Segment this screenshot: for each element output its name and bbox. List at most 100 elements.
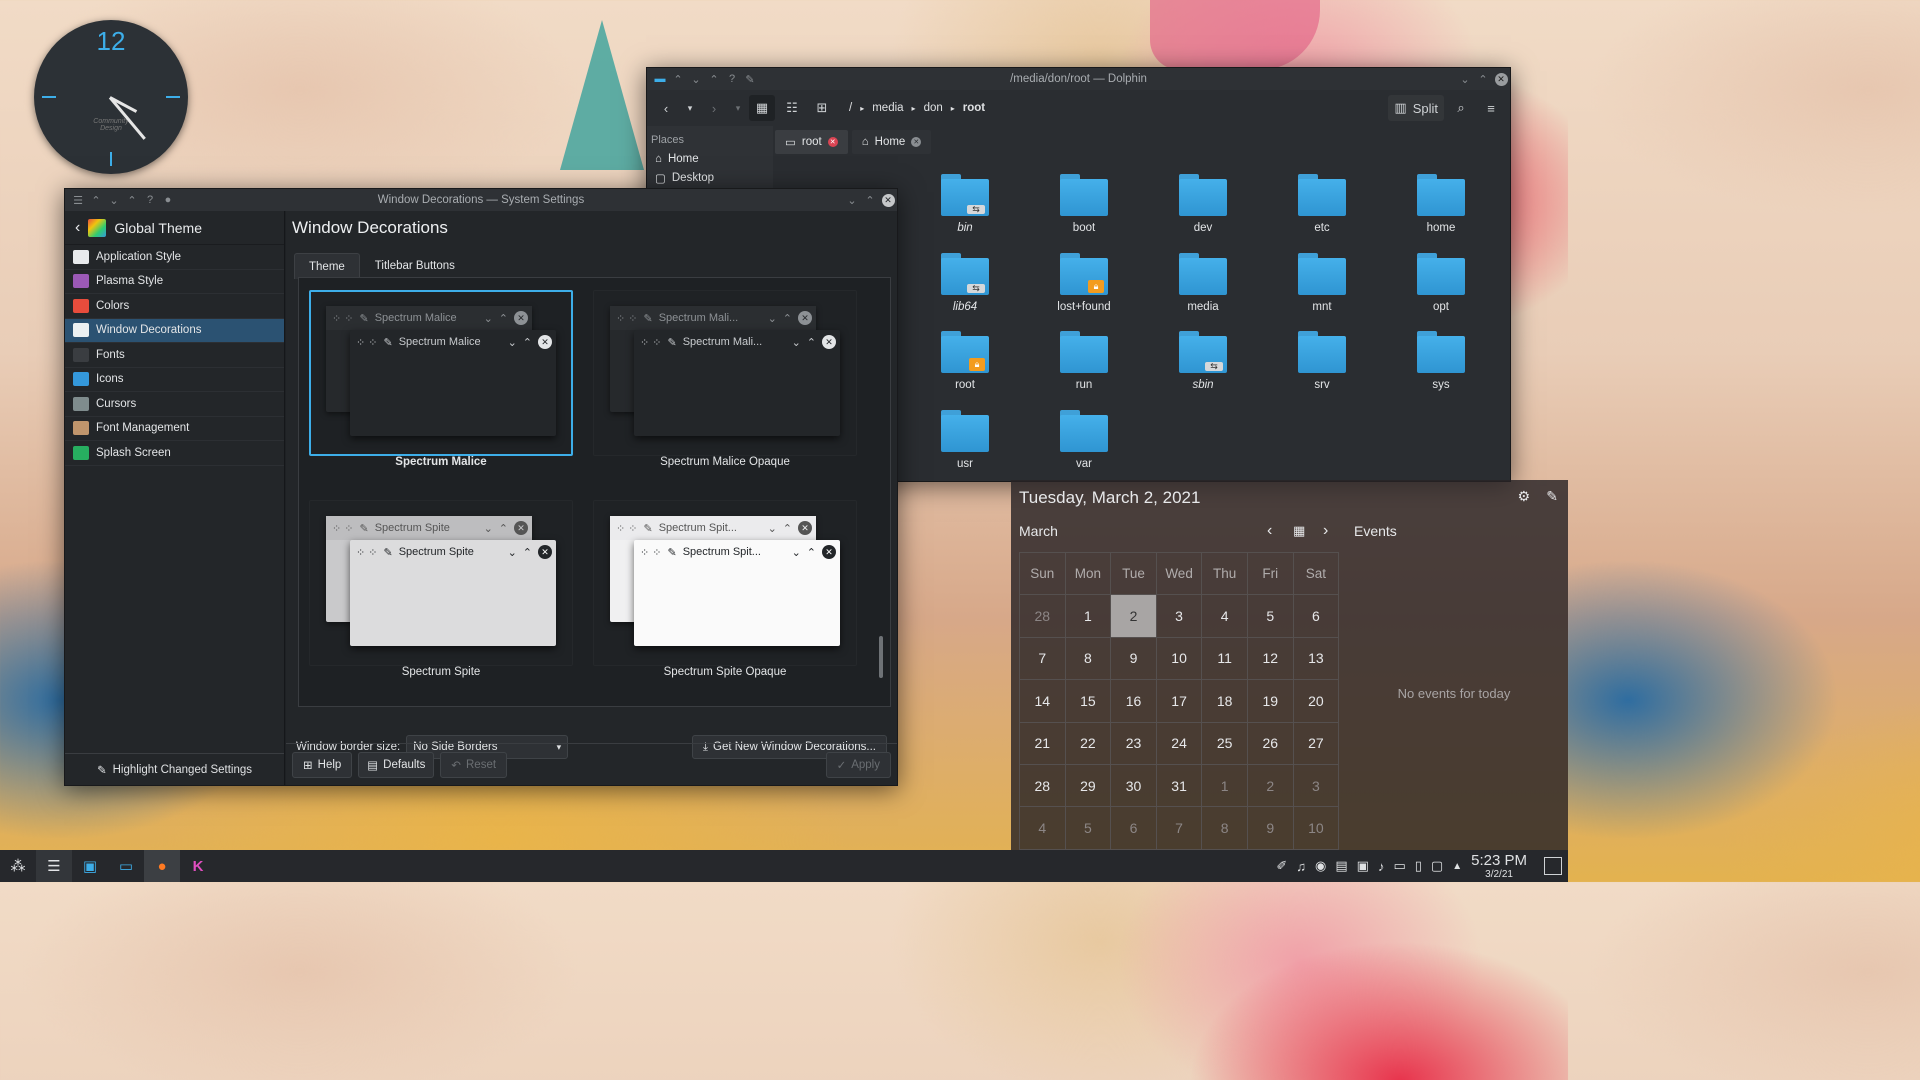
close-icon[interactable]: ✕ (879, 191, 897, 209)
forward-icon[interactable]: › (701, 95, 727, 121)
calendar-day[interactable]: 14 (1020, 680, 1066, 723)
folder-item[interactable]: 🔒︎ root (920, 331, 1010, 391)
pin-icon[interactable]: ✎ (1546, 488, 1558, 505)
minimize-icon[interactable]: ⌄ (1456, 70, 1474, 88)
shade-icon[interactable]: ⌃ (705, 70, 723, 88)
network-icon[interactable]: ▢ (1431, 858, 1443, 874)
calendar-day[interactable]: 6 (1111, 807, 1157, 850)
tab-root[interactable]: ▭ root ✕ (775, 130, 848, 154)
keep-below-icon[interactable]: ⌄ (687, 70, 705, 88)
forward-menu-icon[interactable]: ▾ (731, 95, 745, 121)
details-view-icon[interactable]: ⊞ (809, 95, 835, 121)
tab-close-icon[interactable]: ✕ (827, 137, 838, 147)
calendar-day[interactable]: 9 (1111, 637, 1157, 681)
breadcrumb-media[interactable]: media (872, 102, 903, 114)
show-desktop-icon[interactable] (1544, 857, 1562, 875)
battery-icon[interactable]: ▯ (1415, 858, 1422, 874)
accessibility-icon[interactable]: ◉ (1315, 858, 1326, 874)
calendar-day[interactable]: 5 (1247, 595, 1294, 638)
dolphin-titlebar[interactable]: ▬ ⌃ ⌄ ⌃ ? ✎ /media/don/root — Dolphin ⌄ … (647, 68, 1510, 90)
settings-titlebar[interactable]: ☰ ⌃ ⌄ ⌃ ? ● Window Decorations — System … (65, 189, 897, 211)
folder-item[interactable]: ⇆ lib64 (920, 252, 1010, 313)
theme-card[interactable]: ⁘ ⁘ ✎ Spectrum Spit... ⌄ ⌃ ✕ ⁘ ⁘ ✎ Spectrum Spit… (593, 500, 857, 700)
discover-store-icon[interactable]: ▣ (72, 850, 108, 882)
minimize-icon[interactable]: ⌄ (843, 191, 861, 209)
application-launcher-icon[interactable]: ⁂ (0, 850, 36, 882)
folder-item[interactable]: run (1039, 331, 1129, 391)
folder-item[interactable]: home (1396, 174, 1486, 234)
calendar-day[interactable]: 30 (1111, 764, 1157, 808)
digital-clock[interactable]: 5:23 PM 3/2/21 (1471, 853, 1527, 880)
calendar-day[interactable]: 2 (1247, 764, 1294, 808)
keep-below-icon[interactable]: ⌄ (105, 191, 123, 209)
keep-above-icon[interactable]: ⌃ (669, 70, 687, 88)
calendar-day[interactable]: 19 (1247, 680, 1294, 723)
sidebar-item-font-management[interactable]: Font Management (65, 417, 284, 441)
calendar-day[interactable]: 5 (1065, 807, 1112, 850)
global-theme-header[interactable]: ‹ Global Theme (65, 211, 284, 245)
calendar-day[interactable]: 8 (1065, 637, 1112, 681)
compact-view-icon[interactable]: ☷ (779, 95, 805, 121)
display-icon[interactable]: ▭ (1393, 858, 1405, 874)
theme-card[interactable]: ⁘ ⁘ ✎ Spectrum Malice ⌄ ⌃ ✕ ⁘ ⁘ ✎ Spectrum Malic… (309, 290, 573, 490)
back-menu-icon[interactable]: ▾ (683, 95, 697, 121)
notifications-icon[interactable]: ♫ (1296, 859, 1306, 874)
folder-item[interactable]: boot (1039, 174, 1129, 234)
folder-item[interactable]: srv (1277, 331, 1367, 391)
breadcrumb-don[interactable]: don (924, 102, 943, 114)
close-icon[interactable]: ✕ (1492, 70, 1510, 88)
sidebar-item-splash-screen[interactable]: Splash Screen (65, 441, 284, 466)
clipboard-icon[interactable]: ▤ (1335, 858, 1347, 874)
system-settings-task-icon[interactable]: ☰ (36, 850, 72, 882)
calendar-day[interactable]: 24 (1156, 722, 1203, 765)
tab-home[interactable]: ⌂ Home ✕ (851, 130, 932, 154)
calendar-day[interactable]: 28 (1020, 595, 1066, 638)
dolphin-task-icon[interactable]: ▭ (108, 850, 144, 882)
place-desktop[interactable]: ▢ Desktop (647, 168, 773, 188)
folder-item[interactable]: usr (920, 409, 1010, 470)
calendar-day[interactable]: 10 (1156, 637, 1203, 681)
theme-card[interactable]: ⁘ ⁘ ✎ Spectrum Spite ⌄ ⌃ ✕ ⁘ ⁘ ✎ Spectrum Spite ⌄… (309, 500, 573, 700)
folder-item[interactable]: ⇆ sbin (1158, 331, 1248, 391)
place-home[interactable]: ⌂ Home (647, 150, 773, 168)
calendar-day[interactable]: 22 (1065, 722, 1112, 765)
calendar-day[interactable]: 8 (1202, 807, 1248, 850)
sidebar-item-fonts[interactable]: Fonts (65, 343, 284, 368)
calendar-day[interactable]: 17 (1156, 680, 1203, 723)
storage-icon[interactable]: ▣ (1357, 858, 1369, 874)
calendar-day[interactable]: 12 (1247, 637, 1294, 681)
calendar-day[interactable]: 3 (1293, 764, 1340, 808)
keep-above-icon[interactable]: ⌃ (87, 191, 105, 209)
scrollbar[interactable] (878, 284, 884, 700)
on-all-desktops-icon[interactable]: ● (159, 191, 177, 209)
folder-item[interactable]: media (1158, 252, 1248, 313)
sidebar-item-application-style[interactable]: Application Style (65, 245, 284, 270)
calendar-day[interactable]: 4 (1020, 807, 1066, 850)
calendar-day[interactable]: 23 (1111, 722, 1157, 765)
analog-clock-widget[interactable]: 12 Community Design (34, 20, 188, 174)
scrollbar-thumb[interactable] (879, 636, 883, 678)
tab-close-icon[interactable]: ✕ (911, 137, 922, 147)
folder-item[interactable]: opt (1396, 252, 1486, 313)
calendar-day[interactable]: 13 (1293, 637, 1340, 681)
maximize-icon[interactable]: ⌃ (861, 191, 879, 209)
back-arrow-icon[interactable]: ‹ (75, 219, 80, 237)
search-icon[interactable]: ⌕ (1448, 95, 1474, 121)
split-button[interactable]: ▥ Split (1388, 95, 1444, 121)
sidebar-item-icons[interactable]: Icons (65, 368, 284, 392)
calendar-day[interactable]: 1 (1065, 595, 1112, 638)
next-month-icon[interactable]: › (1323, 522, 1328, 540)
system-settings-window[interactable]: ☰ ⌃ ⌄ ⌃ ? ● Window Decorations — System … (64, 188, 898, 786)
krita-task-icon[interactable]: K (180, 850, 216, 882)
highlight-changed-button[interactable]: ✎ Highlight Changed Settings (65, 753, 284, 785)
calendar-day[interactable]: 16 (1111, 680, 1157, 723)
previous-month-icon[interactable]: ‹ (1267, 522, 1272, 540)
tab-titlebar-buttons[interactable]: Titlebar Buttons (360, 253, 470, 279)
calendar-day[interactable]: 1 (1202, 764, 1248, 808)
calendar-day-today[interactable]: 2 (1111, 595, 1157, 638)
sidebar-item-window-decorations[interactable]: Window Decorations (65, 318, 284, 343)
tab-theme[interactable]: Theme (294, 253, 360, 279)
calendar-icon[interactable]: ▦ (1293, 523, 1305, 539)
folder-item[interactable]: 🔒︎ lost+found (1039, 252, 1129, 313)
calendar-day[interactable]: 28 (1020, 764, 1066, 808)
